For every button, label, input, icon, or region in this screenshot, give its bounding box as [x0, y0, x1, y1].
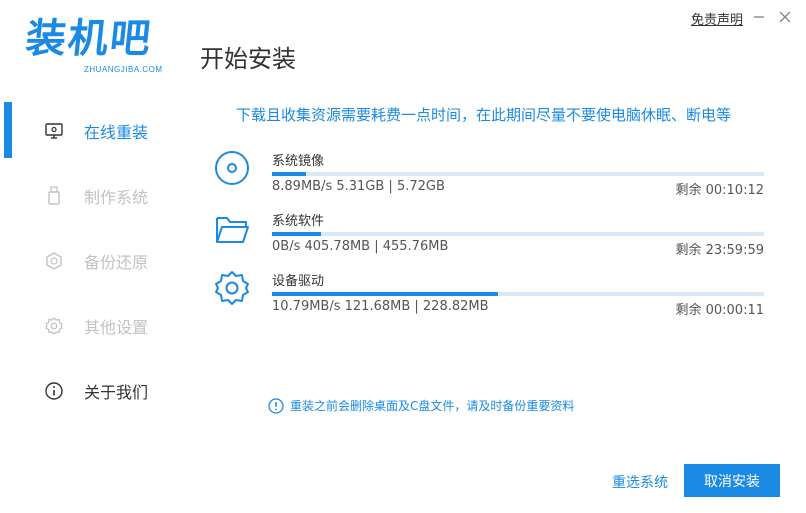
disclaimer-link[interactable]: 免责声明 [691, 9, 743, 28]
disc-icon [212, 150, 252, 190]
task-name: 系统镜像 [272, 154, 325, 169]
download-notice: 下载且收集资源需要耗费一点时间，在此期间尽量不要使电脑休眠、断电等 [236, 106, 732, 124]
monitor-icon [44, 121, 64, 141]
task-progress-track [272, 172, 764, 176]
sidebar-item-online-reinstall[interactable]: 在线重装 [44, 117, 194, 145]
task-name: 系统软件 [272, 214, 325, 229]
task-progress-track [272, 232, 764, 236]
task-name: 设备驱动 [272, 274, 325, 289]
sidebar-item-other-settings[interactable]: 其他设置 [44, 312, 194, 340]
sidebar-item-label: 其他设置 [84, 318, 149, 337]
warning-info-icon [268, 397, 284, 414]
close-button[interactable] [776, 8, 794, 26]
task-progress-track [272, 292, 764, 296]
task-stats: 0B/s 405.78MB | 455.76MB [272, 239, 449, 254]
sidebar-item-label: 制作系统 [84, 188, 149, 207]
task-progress-fill [272, 292, 499, 296]
gear-icon [44, 316, 64, 336]
installer-window: 装机吧 ZHUANGJIBA.COM 开始安装 免责声明 在线重装 制作系统 备… [0, 0, 806, 513]
info-icon [44, 381, 64, 401]
sidebar-item-label: 在线重装 [84, 123, 149, 142]
task-remaining: 剩余 00:00:11 [675, 303, 764, 318]
warning-text: 重装之前会删除桌面及C盘文件，请及时备份重要资料 [290, 399, 575, 413]
app-logo: 装机吧 ZHUANGJIBA.COM [23, 16, 172, 78]
sidebar-item-label: 关于我们 [84, 383, 149, 402]
usb-icon [44, 186, 64, 206]
task-remaining: 剩余 23:59:59 [675, 243, 764, 258]
backup-icon [44, 251, 64, 271]
task-stats: 10.79MB/s 121.68MB | 228.82MB [272, 299, 489, 314]
sidebar-item-make-system[interactable]: 制作系统 [44, 182, 194, 210]
sidebar-item-about-us[interactable]: 关于我们 [44, 377, 194, 405]
gear-icon [212, 270, 252, 310]
backup-warning: 重装之前会删除桌面及C盘文件，请及时备份重要资料 [268, 397, 574, 414]
task-progress-fill [272, 172, 307, 176]
sidebar-item-label: 备份还原 [84, 253, 149, 272]
task-device-drivers: 设备驱动 10.79MB/s 121.68MB | 228.82MB 剩余 00… [212, 270, 772, 320]
logo-text: 装机吧 [23, 16, 155, 62]
task-system-software: 系统软件 0B/s 405.78MB | 455.76MB 剩余 23:59:5… [212, 210, 772, 260]
logo-subtext: ZHUANGJIBA.COM [84, 65, 163, 74]
page-title: 开始安装 [200, 45, 296, 73]
task-stats: 8.89MB/s 5.31GB | 5.72GB [272, 179, 445, 194]
task-remaining: 剩余 00:10:12 [675, 183, 764, 198]
cancel-install-button[interactable]: 取消安装 [684, 464, 780, 497]
reselect-system-button[interactable]: 重选系统 [612, 472, 668, 492]
sidebar-active-indicator [4, 102, 12, 158]
close-icon [779, 11, 791, 23]
minimize-icon [754, 16, 764, 18]
sidebar-item-backup-restore[interactable]: 备份还原 [44, 247, 194, 275]
folder-icon [212, 210, 252, 250]
task-system-image: 系统镜像 8.89MB/s 5.31GB | 5.72GB 剩余 00:10:1… [212, 150, 772, 200]
task-progress-fill [272, 232, 322, 236]
minimize-button[interactable] [750, 8, 768, 26]
